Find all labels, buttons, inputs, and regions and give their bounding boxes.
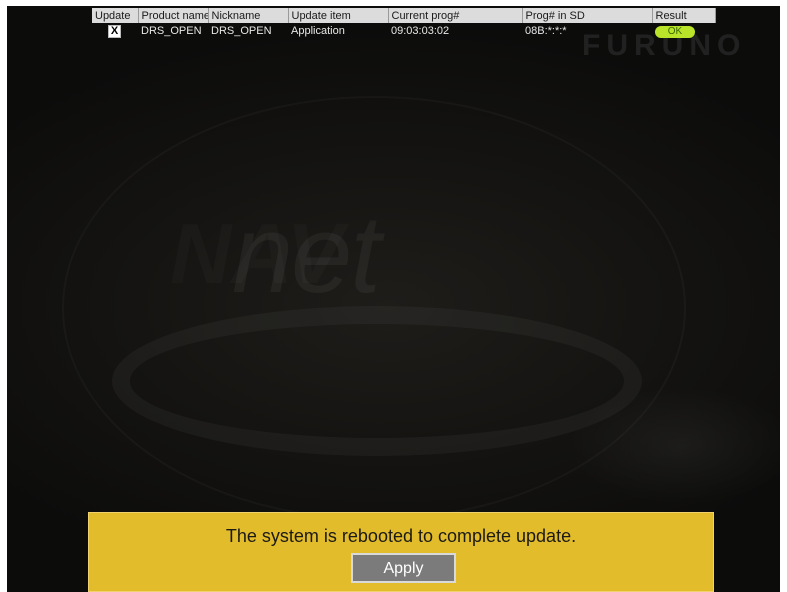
table-header-row: Update Product name Nickname Update item… xyxy=(92,8,716,23)
column-header-update-item: Update item xyxy=(288,8,389,23)
column-header-prog-in-sd: Prog# in SD xyxy=(522,8,653,23)
column-header-current-prog: Current prog# xyxy=(388,8,523,23)
prog-in-sd-cell: 08B:*:*:* xyxy=(525,25,567,37)
column-header-update: Update xyxy=(92,8,139,23)
reboot-dialog: The system is rebooted to complete updat… xyxy=(88,512,714,592)
result-ok-badge: OK xyxy=(655,25,695,38)
background-watermark: net xyxy=(232,193,381,316)
background-glow xyxy=(567,386,780,506)
current-prog-cell: 09:03:03:02 xyxy=(391,25,450,37)
background-ring xyxy=(112,306,642,456)
column-header-nickname: Nickname xyxy=(208,8,289,23)
dialog-message: The system is rebooted to complete updat… xyxy=(225,526,577,546)
nickname-cell: DRS_OPEN xyxy=(211,25,272,37)
update-screen: NAV net FURUNO Update Product name Nickn… xyxy=(7,6,780,592)
apply-button[interactable]: Apply xyxy=(351,553,456,583)
column-header-product-name: Product name xyxy=(138,8,209,23)
update-checkbox[interactable]: X xyxy=(108,24,121,38)
product-name-cell: DRS_OPEN xyxy=(141,25,202,37)
update-cell: X xyxy=(92,23,138,39)
table-row: X DRS_OPEN DRS_OPEN Application 09:03:03… xyxy=(92,23,715,39)
result-cell: OK xyxy=(652,23,715,39)
column-header-result: Result xyxy=(652,8,716,23)
update-item-cell: Application xyxy=(291,25,345,37)
update-table: Update Product name Nickname Update item… xyxy=(92,8,716,39)
